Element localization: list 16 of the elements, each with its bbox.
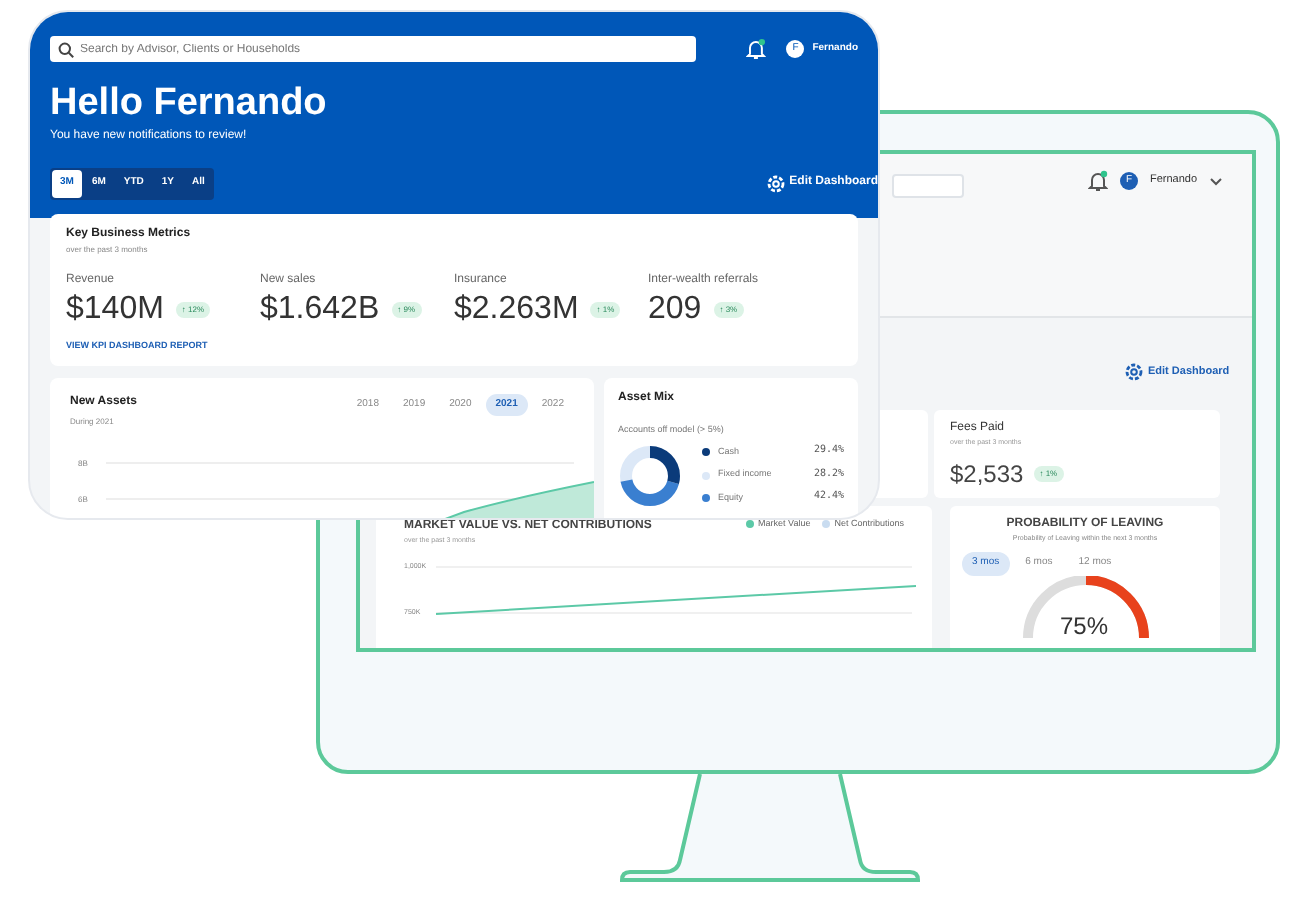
metric-value: $2,533 xyxy=(950,458,1024,493)
metric-value: $2.263M xyxy=(454,290,579,330)
bell-icon xyxy=(746,38,767,60)
gauge-value: 75% xyxy=(1060,614,1109,638)
search-icon xyxy=(58,41,74,57)
chevron-down-icon xyxy=(1209,177,1222,185)
search-field[interactable] xyxy=(892,174,964,198)
settings-icon xyxy=(1124,362,1144,382)
metric-value: 209 xyxy=(648,290,702,330)
gauge-drawing xyxy=(1022,576,1150,642)
greeting-title: Hello Fernando xyxy=(50,84,329,122)
settings-icon xyxy=(765,173,786,194)
metric-value: $1.642B xyxy=(260,290,380,330)
metric-value: $140M xyxy=(66,290,164,330)
donut-chart-drawing xyxy=(618,443,682,507)
bell-icon xyxy=(1088,170,1108,192)
